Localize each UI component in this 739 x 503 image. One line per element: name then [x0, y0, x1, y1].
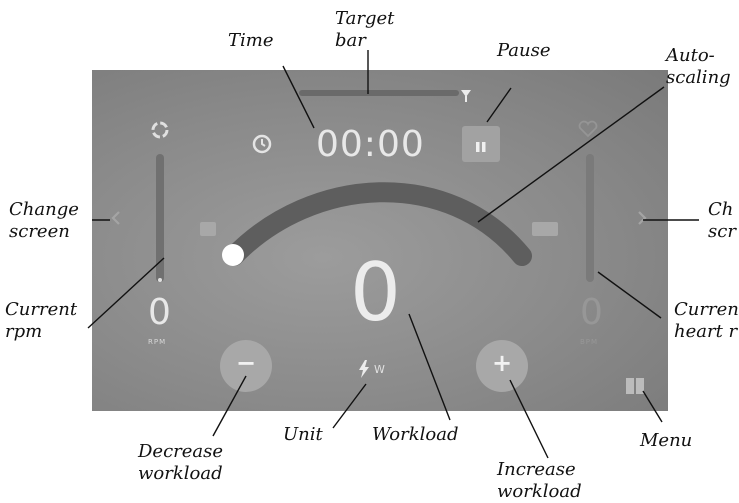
workload-unit: W	[374, 363, 385, 376]
callout-decrease-workload: Decrease workload	[138, 441, 224, 484]
callout-time: Time	[228, 30, 274, 51]
callout-workload: Workload	[372, 424, 459, 445]
callout-target-bar: Target bar	[335, 8, 395, 51]
callout-change-screen-left: Change screen	[9, 199, 79, 242]
callout-increase-workload: Increase workload	[497, 459, 582, 502]
callout-change-screen-right: Ch scr	[708, 199, 736, 242]
increase-workload-button[interactable]: +	[476, 340, 528, 392]
menu-icon	[626, 378, 644, 394]
callout-pause: Pause	[497, 40, 551, 61]
callout-current-rpm: Current rpm	[5, 299, 78, 342]
minus-icon: −	[235, 349, 257, 377]
callout-unit: Unit	[283, 424, 323, 445]
callout-auto-scaling: Auto- scaling	[666, 45, 731, 88]
workload-arc	[224, 182, 532, 266]
plus-icon: +	[491, 349, 513, 377]
callout-menu: Menu	[640, 430, 693, 451]
exercise-display: 00:00 0 RPM 0 BPM 0 W − +	[92, 70, 668, 411]
bolt-icon	[358, 360, 370, 378]
decrease-workload-button[interactable]: −	[220, 340, 272, 392]
menu-button[interactable]	[626, 378, 644, 394]
callout-current-heart-rate: Curren heart r	[674, 299, 739, 342]
arc-position-indicator[interactable]	[222, 244, 244, 266]
workload-value: 0	[350, 246, 401, 339]
